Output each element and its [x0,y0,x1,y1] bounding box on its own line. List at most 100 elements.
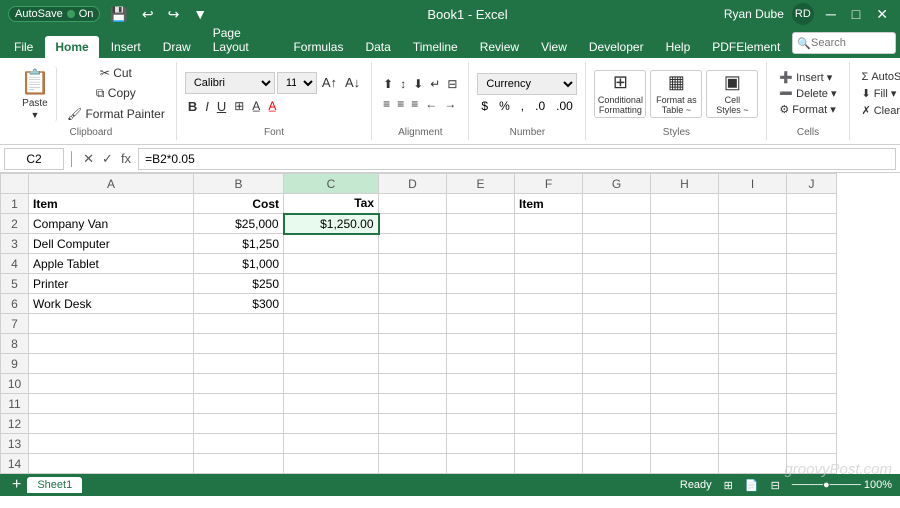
cell-e1[interactable] [447,194,515,214]
format-painter-button[interactable]: 🖌 Format Painter [64,105,168,123]
tab-pdfelement[interactable]: PDFElement [702,36,790,58]
cell-d1[interactable] [379,194,447,214]
tab-help[interactable]: Help [656,36,701,58]
font-size-select[interactable]: 11 [277,72,317,94]
tab-page-layout[interactable]: Page Layout [203,22,282,58]
cell-i4[interactable] [719,254,787,274]
currency-symbol-button[interactable]: $ [477,98,492,114]
zoom-slider[interactable]: ────●──── 100% [792,479,892,491]
tab-draw[interactable]: Draw [153,36,201,58]
col-header-a[interactable]: A [29,174,194,194]
font-family-select[interactable]: Calibri [185,72,275,94]
search-box[interactable]: 🔍 [792,32,896,54]
comma-button[interactable]: , [517,98,528,114]
customize-icon[interactable]: ▼ [189,4,211,24]
cell-d4[interactable] [379,254,447,274]
cell-g3[interactable] [583,234,651,254]
cell-c2[interactable]: $1,250.00 [284,214,379,234]
cell-h4[interactable] [651,254,719,274]
cell-e3[interactable] [447,234,515,254]
cell-g2[interactable] [583,214,651,234]
align-middle-button[interactable]: ↕ [397,75,409,93]
increase-font-button[interactable]: A↑ [319,73,340,92]
bold-button[interactable]: B [185,97,200,116]
cell-b6[interactable]: $300 [194,294,284,314]
cell-f1[interactable]: Item [515,194,583,214]
redo-icon[interactable]: ↪ [164,4,184,25]
cell-h5[interactable] [651,274,719,294]
cell-a13[interactable] [29,434,194,454]
view-normal-icon[interactable]: ⊞ [724,479,733,492]
cell-d3[interactable] [379,234,447,254]
cell-f5[interactable] [515,274,583,294]
cell-g1[interactable] [583,194,651,214]
col-header-f[interactable]: F [515,174,583,194]
tab-timeline[interactable]: Timeline [403,36,468,58]
formula-input[interactable] [138,148,896,170]
cell-j2[interactable] [787,214,837,234]
fill-color-button[interactable]: A̲ [249,97,263,115]
italic-button[interactable]: I [202,97,212,116]
indent-increase-button[interactable]: → [441,95,459,113]
cell-b2[interactable]: $25,000 [194,214,284,234]
cell-a11[interactable] [29,394,194,414]
cell-b4[interactable]: $1,000 [194,254,284,274]
cell-b5[interactable]: $250 [194,274,284,294]
confirm-formula-button[interactable]: ✓ [99,151,116,167]
align-top-button[interactable]: ⬆ [380,75,396,93]
cell-a10[interactable] [29,374,194,394]
add-sheet-button[interactable]: + [8,476,25,494]
cell-h3[interactable] [651,234,719,254]
save-icon[interactable]: 💾 [106,4,131,25]
format-button[interactable]: ⚙ Format ▾ [775,102,840,117]
maximize-icon[interactable]: □ [848,4,864,24]
cell-j6[interactable] [787,294,837,314]
cell-f3[interactable] [515,234,583,254]
cell-c5[interactable] [284,274,379,294]
border-button[interactable]: ⊞ [231,97,247,115]
cell-i3[interactable] [719,234,787,254]
cell-g5[interactable] [583,274,651,294]
cell-d5[interactable] [379,274,447,294]
font-color-button[interactable]: A̲ [265,97,279,115]
tab-file[interactable]: File [4,36,43,58]
align-center-button[interactable]: ≡ [394,95,407,113]
col-header-j[interactable]: J [787,174,837,194]
underline-button[interactable]: U [214,97,229,116]
view-layout-icon[interactable]: 📄 [745,479,759,492]
tab-developer[interactable]: Developer [579,36,654,58]
cell-a3[interactable]: Dell Computer [29,234,194,254]
tab-insert[interactable]: Insert [101,36,151,58]
sheet1-tab[interactable]: Sheet1 [27,477,82,493]
cell-f4[interactable] [515,254,583,274]
cell-j3[interactable] [787,234,837,254]
clear-button[interactable]: ✗ Clear ▾ [858,103,900,118]
copy-button[interactable]: ⧉ Copy [64,84,168,103]
cell-j4[interactable] [787,254,837,274]
tab-formulas[interactable]: Formulas [283,36,353,58]
cell-a4[interactable]: Apple Tablet [29,254,194,274]
cell-j1[interactable] [787,194,837,214]
number-format-select[interactable]: Currency General Number Percentage [477,73,577,95]
percent-button[interactable]: % [495,98,514,114]
cell-reference-input[interactable] [4,148,64,170]
align-bottom-button[interactable]: ⬇ [410,75,426,93]
wrap-text-button[interactable]: ↵ [427,75,443,93]
cell-i2[interactable] [719,214,787,234]
cell-styles-button[interactable]: ▣ CellStyles ~ [706,70,758,118]
cell-d6[interactable] [379,294,447,314]
col-header-b[interactable]: B [194,174,284,194]
insert-function-button[interactable]: fx [118,151,134,167]
conditional-formatting-button[interactable]: ⊞ ConditionalFormatting [594,70,646,118]
increase-decimal-button[interactable]: .00 [552,98,577,114]
avatar[interactable]: RD [792,3,814,25]
cell-a12[interactable] [29,414,194,434]
cell-c6[interactable] [284,294,379,314]
tab-view[interactable]: View [531,36,577,58]
cell-a2[interactable]: Company Van [29,214,194,234]
cell-f6[interactable] [515,294,583,314]
cell-f2[interactable] [515,214,583,234]
cell-e4[interactable] [447,254,515,274]
cell-a7[interactable] [29,314,194,334]
tab-review[interactable]: Review [470,36,529,58]
